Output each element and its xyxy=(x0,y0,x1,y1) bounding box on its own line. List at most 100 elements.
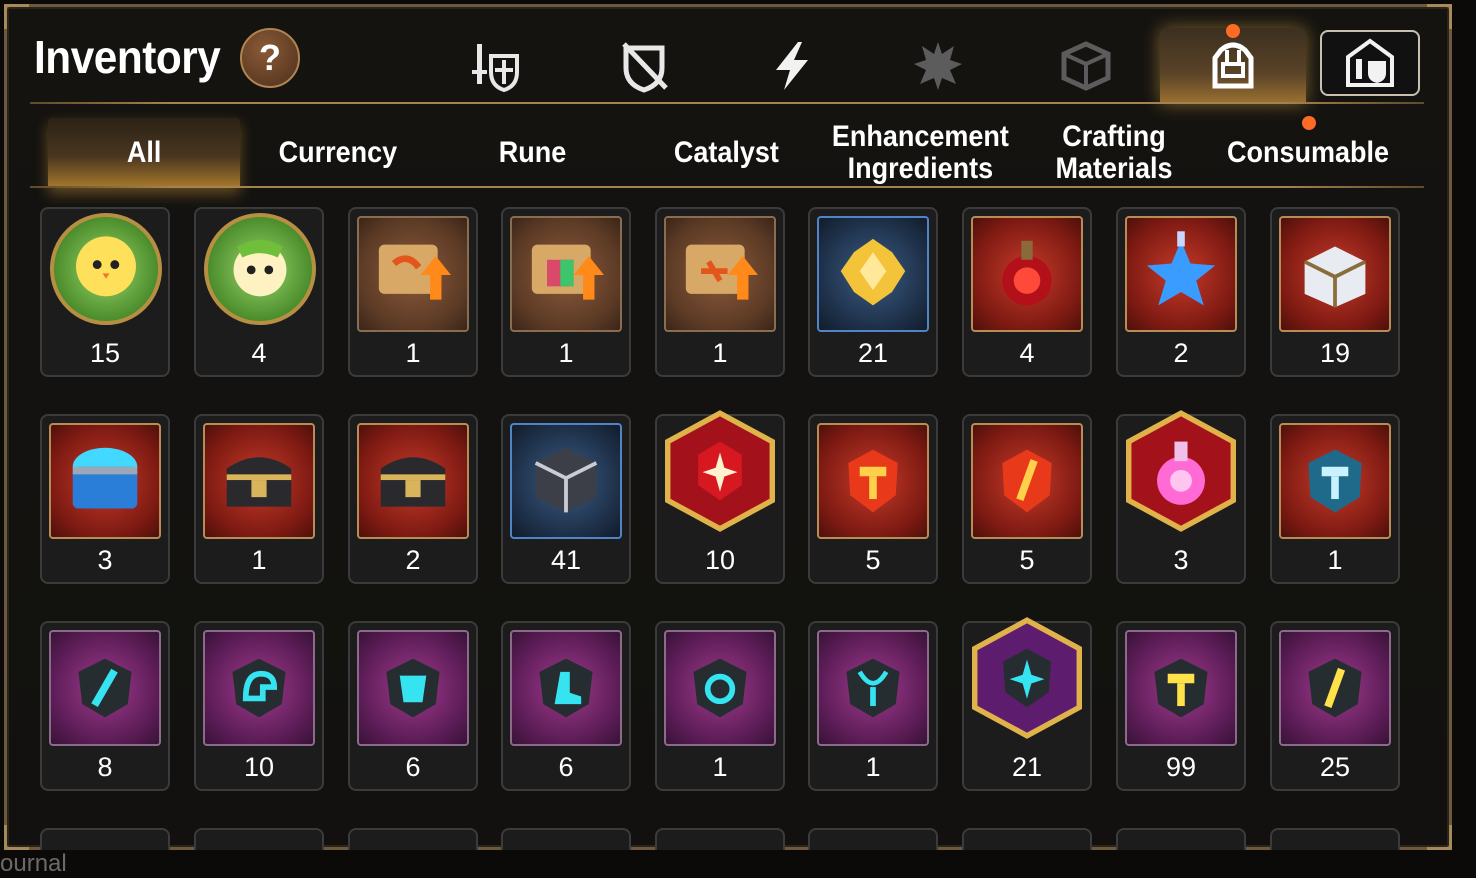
item-slot[interactable]: 5 xyxy=(808,414,938,584)
item-frame xyxy=(971,423,1083,539)
tab-materials[interactable] xyxy=(1036,28,1136,104)
item-frame xyxy=(357,630,469,746)
help-button[interactable]: ? xyxy=(240,28,300,88)
castle-icon xyxy=(1346,38,1394,87)
item-frame xyxy=(510,630,622,746)
crossed-shield-icon xyxy=(622,42,668,93)
cyan-ring-stone-icon xyxy=(693,658,747,718)
item-slot[interactable]: 41 xyxy=(501,414,631,584)
item-slot[interactable]: 1 xyxy=(348,207,478,377)
item-slot[interactable]: 15 xyxy=(40,207,170,377)
item-count: 19 xyxy=(1319,338,1351,368)
background-strip xyxy=(0,852,1476,878)
item-slot[interactable]: 4 xyxy=(962,207,1092,377)
item-count: 21 xyxy=(857,338,889,368)
item-slot-partial[interactable] xyxy=(962,828,1092,850)
divider xyxy=(30,186,1424,188)
item-frame xyxy=(817,423,929,539)
item-frame xyxy=(659,406,781,536)
item-slot[interactable]: 6 xyxy=(501,621,631,791)
subtab-catalyst[interactable]: Catalyst xyxy=(630,118,822,188)
cyan-necklace-stone-icon xyxy=(846,658,900,718)
item-count: 1 xyxy=(712,752,728,782)
item-slot[interactable]: 1 xyxy=(655,207,785,377)
item-slot[interactable]: 1 xyxy=(1270,414,1400,584)
item-count: 10 xyxy=(704,545,736,575)
item-slot[interactable]: 1 xyxy=(655,621,785,791)
tab-inventory[interactable] xyxy=(1160,24,1306,104)
item-frame xyxy=(510,423,622,539)
item-slot[interactable]: 3 xyxy=(1116,410,1246,584)
item-slot-partial[interactable] xyxy=(808,828,938,850)
item-slot[interactable]: 4 xyxy=(194,207,324,377)
subtab-currency[interactable]: Currency xyxy=(242,118,434,188)
red-potion-icon xyxy=(1002,240,1052,306)
subtab-rune[interactable]: Rune xyxy=(436,118,628,188)
item-count: 2 xyxy=(405,545,421,575)
blue-chest-icon xyxy=(72,447,138,509)
panel-corner-ornament xyxy=(1427,4,1452,29)
item-slot[interactable]: 1 xyxy=(808,621,938,791)
item-slot[interactable]: 1 xyxy=(194,414,324,584)
cube-icon xyxy=(1061,41,1111,91)
cyan-star-stone-icon xyxy=(971,617,1083,739)
subtab-all[interactable]: All xyxy=(48,118,240,188)
item-slot[interactable]: 25 xyxy=(1270,621,1400,791)
cyan-boot-stone-icon xyxy=(539,658,593,718)
item-slot-partial[interactable] xyxy=(1270,828,1400,850)
item-frame xyxy=(1120,406,1242,536)
black-gold-chest-icon xyxy=(380,457,446,507)
backpack-icon xyxy=(1212,42,1254,89)
item-slot[interactable]: 2 xyxy=(348,414,478,584)
item-frame xyxy=(49,423,161,539)
item-slot[interactable]: 6 xyxy=(348,621,478,791)
gold-hammer-stone-icon xyxy=(1154,658,1208,718)
item-slot[interactable]: 99 xyxy=(1116,621,1246,791)
item-slot-partial[interactable] xyxy=(1116,828,1246,850)
item-frame xyxy=(817,630,929,746)
item-frame xyxy=(204,213,316,325)
pink-potion-icon xyxy=(1125,410,1237,532)
item-count: 4 xyxy=(1019,338,1035,368)
item-frame xyxy=(1279,630,1391,746)
item-slot[interactable]: 2 xyxy=(1116,207,1246,377)
tab-skills[interactable] xyxy=(742,28,842,104)
yellow-bird-token-icon xyxy=(76,236,136,297)
tab-equipment[interactable] xyxy=(447,28,547,104)
tab-guild[interactable] xyxy=(1320,30,1420,96)
tab-no-equipment[interactable] xyxy=(594,28,694,104)
item-slot-partial[interactable] xyxy=(348,828,478,850)
subtab-crafting-materials[interactable]: Crafting Materials xyxy=(1018,118,1210,188)
item-slot[interactable]: 1 xyxy=(501,207,631,377)
item-slot[interactable]: 8 xyxy=(40,621,170,791)
panel-corner-ornament xyxy=(4,4,29,29)
gold-sword-stone-icon xyxy=(1308,658,1362,718)
item-frame xyxy=(966,613,1088,743)
item-slot[interactable]: 10 xyxy=(655,410,785,584)
silver-chest-icon xyxy=(1303,246,1367,308)
item-slot-partial[interactable] xyxy=(40,828,170,850)
item-slot[interactable]: 10 xyxy=(194,621,324,791)
item-slot[interactable]: 21 xyxy=(808,207,938,377)
item-slot[interactable]: 19 xyxy=(1270,207,1400,377)
tab-monsters[interactable] xyxy=(888,28,988,104)
item-slot[interactable]: 21 xyxy=(962,617,1092,791)
notification-dot xyxy=(1302,116,1316,130)
item-frame xyxy=(1125,216,1237,332)
item-slot-partial[interactable] xyxy=(655,828,785,850)
item-slot[interactable]: 3 xyxy=(40,414,170,584)
subtab-consumable[interactable]: Consumable xyxy=(1212,116,1404,188)
item-slot[interactable]: 5 xyxy=(962,414,1092,584)
item-frame xyxy=(664,216,776,332)
item-slot-partial[interactable] xyxy=(501,828,631,850)
subtab-enhancement-ingredients[interactable]: Enhancement Ingredients xyxy=(824,118,1016,188)
item-slot-partial[interactable] xyxy=(194,828,324,850)
cyan-helmet-stone-icon xyxy=(232,658,286,718)
sword-shield-icon xyxy=(472,44,519,93)
item-count: 15 xyxy=(89,338,121,368)
item-count: 1 xyxy=(251,545,267,575)
item-frame xyxy=(1279,423,1391,539)
red-star-rune-icon xyxy=(664,410,776,532)
panel-corner-ornament xyxy=(1427,825,1452,850)
item-count: 4 xyxy=(251,338,267,368)
